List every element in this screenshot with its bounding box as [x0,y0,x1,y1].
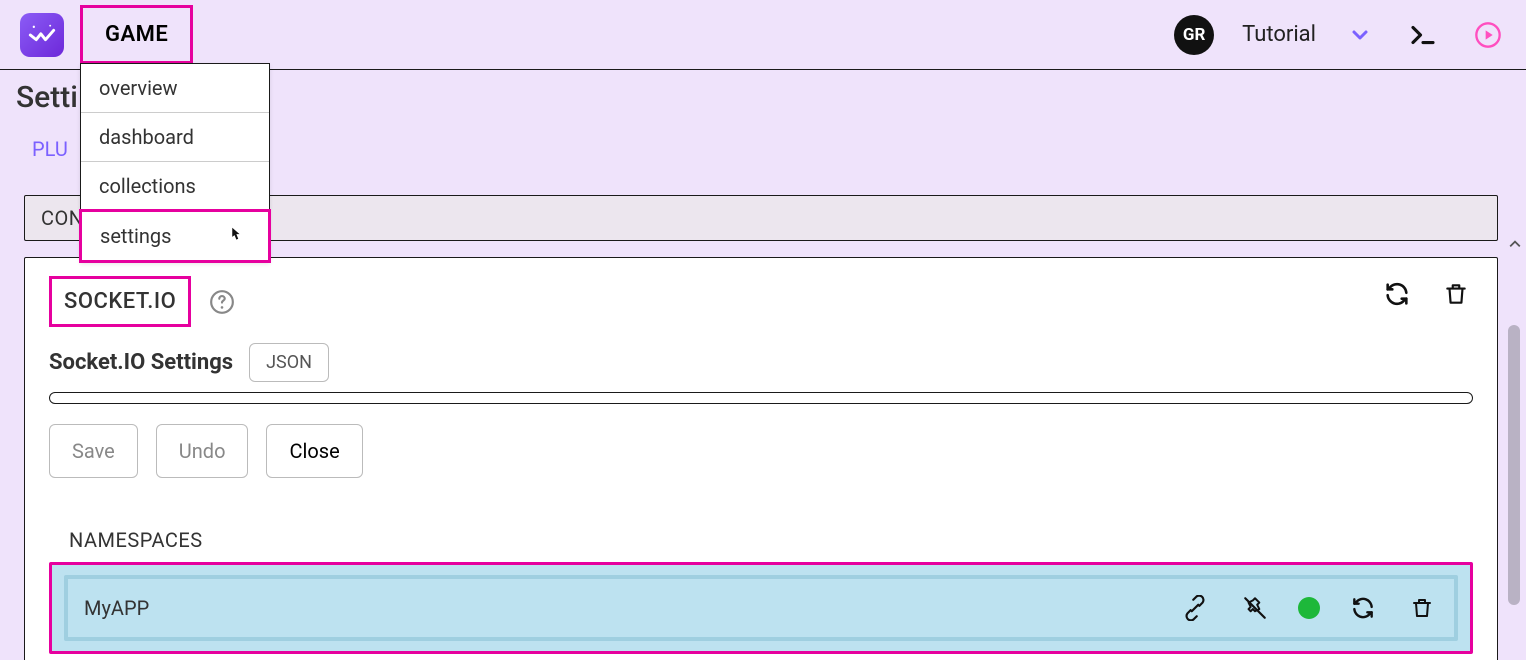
namespace-delete-button[interactable] [1406,592,1438,624]
user-avatar[interactable]: GR [1174,15,1214,55]
namespace-refresh-button[interactable] [1346,591,1380,625]
panel-title-text: SOCKET.IO [64,289,176,314]
save-button[interactable]: Save [49,424,138,478]
collapsed-panel-label: CON [41,206,84,230]
save-button-label: Save [72,439,115,463]
menu-item-dashboard[interactable]: dashboard [81,113,269,162]
menu-item-label: collections [99,174,196,198]
socketio-panel: SOCKET.IO Sock [24,257,1498,660]
settings-form-area[interactable] [49,392,1473,404]
project-name[interactable]: Tutorial [1242,22,1316,47]
terminal-button[interactable] [1404,16,1442,54]
close-button[interactable]: Close [266,424,362,478]
undo-button-label: Undo [179,439,226,463]
game-menu-button[interactable]: GAME [80,5,193,64]
scrollbar-up-icon[interactable] [1506,235,1524,253]
namespace-status-indicator [1298,597,1320,619]
game-menu-dropdown: overview dashboard collections settings [80,63,270,262]
menu-item-label: overview [99,76,178,100]
panel-refresh-button[interactable] [1379,276,1415,312]
namespace-unpin-button[interactable] [1238,591,1272,625]
tab-plugins[interactable]: PLU [32,137,68,161]
cursor-pointer-icon [224,225,246,247]
namespaces-section-label: NAMESPACES [69,528,1473,552]
play-button[interactable] [1470,17,1506,53]
menu-item-settings[interactable]: settings [79,209,271,263]
namespace-row[interactable]: MyAPP [49,562,1473,654]
scrollbar-thumb[interactable] [1508,325,1520,605]
avatar-initials: GR [1183,25,1205,45]
namespace-connect-button[interactable] [1178,591,1212,625]
tab-label: PLU [32,137,68,161]
panel-subheading: Socket.IO Settings [49,350,233,375]
help-button[interactable] [205,285,239,319]
game-menu-label: GAME [105,22,168,47]
menu-item-collections[interactable]: collections [81,162,269,211]
undo-button[interactable]: Undo [156,424,249,478]
menu-item-label: settings [100,224,171,248]
menu-item-overview[interactable]: overview [81,64,269,113]
scrollbar[interactable] [1506,195,1524,660]
app-logo[interactable] [20,13,64,57]
menu-item-label: dashboard [99,125,194,149]
namespace-name: MyAPP [84,596,149,620]
panel-delete-button[interactable] [1439,276,1473,312]
json-button-label: JSON [266,352,312,373]
close-button-label: Close [289,439,339,463]
socketio-panel-title: SOCKET.IO [49,276,191,327]
json-view-button[interactable]: JSON [249,343,329,382]
project-dropdown-toggle[interactable] [1344,19,1376,51]
